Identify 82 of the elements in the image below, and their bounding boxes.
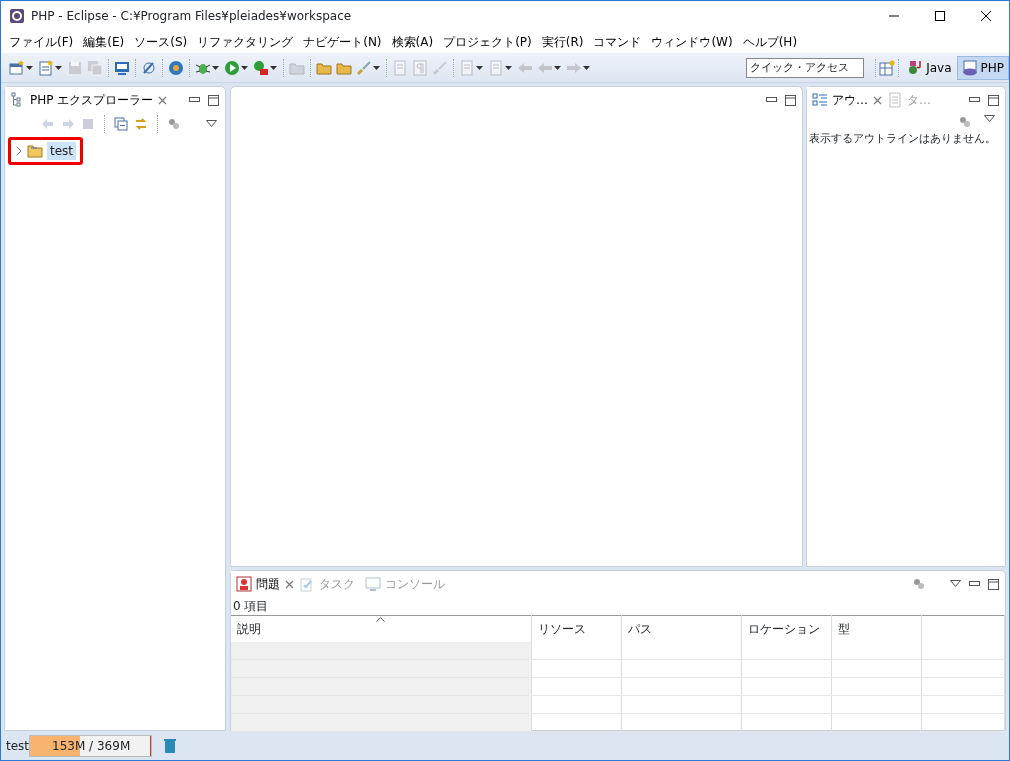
menu-item[interactable]: リファクタリング xyxy=(192,33,299,51)
open-perspective-icon[interactable] xyxy=(879,59,896,76)
outline-icon xyxy=(812,92,828,108)
save-all-icon xyxy=(87,59,103,76)
item-count: 0 項目 xyxy=(232,598,270,615)
close-icon[interactable] xyxy=(158,95,168,105)
menu-item[interactable]: ヘルプ(H) xyxy=(737,33,803,51)
new-window-icon xyxy=(9,59,25,76)
menu-item[interactable]: ナビゲート(N) xyxy=(298,33,387,51)
document-icon xyxy=(459,59,475,76)
sort-indicator-icon xyxy=(376,616,385,622)
column-header[interactable]: リソース xyxy=(531,615,621,642)
run-icon xyxy=(224,59,240,76)
console-icon xyxy=(365,576,381,592)
window-title: PHP - Eclipse - C:¥Program Files¥pleiades¥workspace xyxy=(31,8,352,25)
caret-icon xyxy=(476,65,483,70)
caret-icon xyxy=(373,65,380,70)
tool-icon xyxy=(253,59,269,76)
cup-icon xyxy=(907,59,924,76)
minimize-view-icon[interactable] xyxy=(969,581,980,587)
maximize-view-icon[interactable] xyxy=(988,578,999,590)
stack-icon xyxy=(961,59,978,76)
column-header[interactable]: 説明 xyxy=(231,615,531,642)
menu-item[interactable]: 検索(A) xyxy=(386,33,439,51)
view-menu-icon[interactable] xyxy=(984,115,995,123)
maximize-view-icon[interactable] xyxy=(208,94,219,106)
minimize-view-icon[interactable] xyxy=(189,97,200,103)
globe-icon xyxy=(168,59,184,76)
minimize-view-icon[interactable] xyxy=(766,97,777,103)
caret-icon xyxy=(55,65,62,70)
save-icon xyxy=(67,59,83,76)
perspective-button[interactable]: Java xyxy=(902,55,957,80)
brush-icon xyxy=(432,59,448,76)
task-list-icon xyxy=(887,92,903,108)
outline-message: 表示するアウトラインはありません。 xyxy=(808,131,997,146)
caret-icon xyxy=(554,65,561,70)
column-header[interactable]: ロケーション xyxy=(741,615,831,642)
filters-icon[interactable] xyxy=(958,115,972,129)
new-file-icon xyxy=(38,59,54,76)
menu-item[interactable]: 編集(E) xyxy=(78,33,130,51)
perspective-button[interactable]: PHP xyxy=(956,55,1009,80)
view-menu-icon[interactable] xyxy=(950,580,961,588)
pilcrow-icon xyxy=(412,59,428,76)
tree-item[interactable]: test xyxy=(47,142,77,160)
maximize-view-icon[interactable] xyxy=(785,94,796,106)
document-icon xyxy=(488,59,504,76)
problems-icon xyxy=(236,576,252,592)
menu-item[interactable]: プロジェクト(P) xyxy=(438,33,537,51)
caret-icon xyxy=(505,65,512,70)
tasks-icon xyxy=(299,576,315,592)
app-icon xyxy=(9,8,25,24)
document-icon xyxy=(392,59,408,76)
caret-icon xyxy=(583,65,590,70)
status-text: test xyxy=(6,737,30,755)
project-folder-icon xyxy=(27,144,43,158)
caret-icon xyxy=(26,65,33,70)
link-icon[interactable] xyxy=(134,117,148,131)
caret-icon xyxy=(241,65,248,70)
close-icon xyxy=(980,10,992,22)
menu-item[interactable]: コマンド xyxy=(588,33,647,51)
caret-icon xyxy=(212,65,219,70)
menu-item[interactable]: ソース(S) xyxy=(129,33,193,51)
menu-item[interactable]: ウィンドウ(W) xyxy=(646,33,738,51)
maximize-view-icon[interactable] xyxy=(988,94,999,106)
trash-icon[interactable] xyxy=(163,737,178,754)
quick-access-field[interactable]: クイック・アクセス xyxy=(746,57,865,78)
column-header[interactable]: パス xyxy=(621,615,741,642)
filters-icon[interactable] xyxy=(167,117,181,131)
brush-icon xyxy=(356,59,372,76)
minimize-view-icon[interactable] xyxy=(969,97,980,103)
close-icon[interactable] xyxy=(873,95,882,105)
caret-icon xyxy=(270,65,277,70)
monitor-icon xyxy=(114,59,130,76)
maximize-icon xyxy=(934,10,946,22)
collapse-all-icon[interactable] xyxy=(114,117,128,131)
menu-item[interactable]: ファイル(F) xyxy=(4,33,79,51)
view-menu-icon[interactable] xyxy=(206,120,217,128)
filters-icon[interactable] xyxy=(912,577,926,591)
menu-item[interactable]: 実行(R) xyxy=(536,33,589,51)
close-icon[interactable] xyxy=(285,579,294,589)
column-header[interactable]: 型 xyxy=(831,615,921,642)
expand-icon[interactable] xyxy=(15,146,23,156)
